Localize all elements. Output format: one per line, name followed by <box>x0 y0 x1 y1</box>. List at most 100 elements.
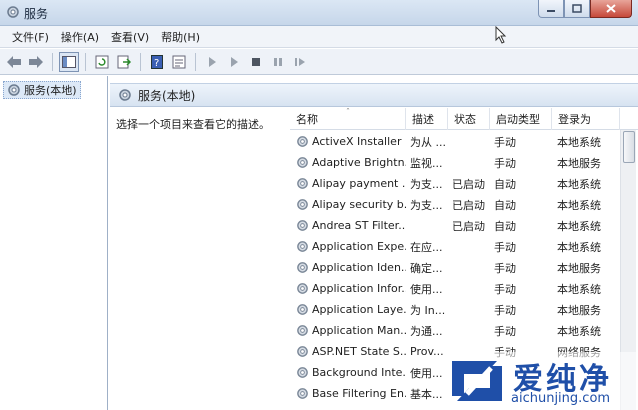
service-gear-icon <box>297 199 308 210</box>
toolbar-separator <box>85 52 86 71</box>
tree-item-label: 服务(本地) <box>24 84 77 97</box>
pause-service-button[interactable] <box>268 52 288 72</box>
cell-log-on-as: 本地服务 <box>557 303 601 317</box>
cell-name: Application Man... <box>296 320 406 341</box>
panel-title: 服务(本地) <box>138 88 196 103</box>
cell-startup-type: 手动 <box>494 240 516 254</box>
scroll-thumb[interactable] <box>623 131 635 163</box>
table-row[interactable]: Application Laye... 为 In... 手动 本地服务 <box>290 299 620 320</box>
table-row[interactable]: Alipay payment ... 为支... 已启动 自动 本地系统 <box>290 173 620 194</box>
service-name: Application Expe... <box>312 240 406 253</box>
column-header-name[interactable]: 名称 ˄ <box>290 108 406 130</box>
menu-file[interactable]: 文件(F) <box>6 29 55 45</box>
table-row[interactable]: Application Man... 为通... 手动 本地系统 <box>290 320 620 341</box>
show-hide-tree-button[interactable] <box>59 51 79 72</box>
menu-bar: 文件(F) 操作(A) 查看(V) 帮助(H) <box>0 26 638 48</box>
table-row[interactable]: Application Expe... 在应... 手动 本地系统 <box>290 236 620 257</box>
cell-status <box>452 152 490 173</box>
toolbar: ? <box>0 49 638 75</box>
resume-service-button[interactable] <box>290 52 310 72</box>
help-button[interactable]: ? <box>147 52 167 72</box>
cell-startup-type: 手动 <box>494 261 516 275</box>
help-icon: ? <box>151 54 163 69</box>
cell-description: 为支... <box>410 198 443 212</box>
minimize-button[interactable] <box>538 0 564 18</box>
service-gear-icon <box>297 388 308 399</box>
tree-item-services-local[interactable]: 服务(本地) <box>3 81 81 99</box>
brand-logo-icon <box>452 361 502 401</box>
window-controls <box>538 0 632 18</box>
minimize-icon <box>547 9 555 12</box>
service-name: Base Filtering En... <box>312 387 406 400</box>
cell-name: Application Iden... <box>296 257 406 278</box>
table-row[interactable]: Application Iden... 确定... 手动 本地服务 <box>290 257 620 278</box>
cell-description: 监视... <box>410 156 443 170</box>
cell-log-on-as: 本地服务 <box>557 261 601 275</box>
cell-name: ASP.NET State S... <box>296 341 406 362</box>
cell-startup-type: 手动 <box>494 135 516 149</box>
service-gear-icon <box>297 241 308 252</box>
close-button[interactable] <box>590 0 632 18</box>
column-header-startup-type[interactable]: 启动类型 <box>490 108 552 130</box>
export-list-button[interactable] <box>114 52 134 72</box>
column-header-log-on-as[interactable]: 登录为 <box>552 108 620 130</box>
cell-status: 已启动 <box>452 198 485 212</box>
list-header: 名称 ˄ 描述 状态 启动类型 登录为 <box>290 108 638 130</box>
cell-status <box>452 299 490 320</box>
maximize-icon <box>572 4 582 13</box>
menu-help[interactable]: 帮助(H) <box>155 29 206 45</box>
service-name: ASP.NET State S... <box>312 345 406 358</box>
cell-startup-type: 手动 <box>494 282 516 296</box>
table-row[interactable]: Adaptive Brightn... 监视... 手动 本地服务 <box>290 152 620 173</box>
description-prompt: 选择一个项目来查看它的描述。 <box>116 118 270 131</box>
show-hide-console-tree-icon <box>62 55 76 68</box>
toolbar-separator <box>52 52 53 71</box>
watermark-url: aichunjing.com <box>511 391 611 406</box>
properties-icon <box>172 55 186 68</box>
start-service-button[interactable] <box>202 52 222 72</box>
service-name: ActiveX Installer ... <box>312 135 406 148</box>
cell-description: 使用... <box>410 282 443 296</box>
service-name: Alipay payment ... <box>312 177 406 190</box>
cell-log-on-as: 本地服务 <box>557 156 601 170</box>
table-row[interactable]: ActiveX Installer ... 为从 ... 手动 本地系统 <box>290 131 620 152</box>
cell-log-on-as: 本地系统 <box>557 177 601 191</box>
column-header-status[interactable]: 状态 <box>448 108 490 130</box>
cell-name: ActiveX Installer ... <box>296 131 406 152</box>
service-name: Background Inte... <box>312 366 406 379</box>
column-header-label: 启动类型 <box>496 113 540 126</box>
column-header-description[interactable]: 描述 <box>406 108 448 130</box>
start-service-alt-button[interactable] <box>224 52 244 72</box>
menu-view[interactable]: 查看(V) <box>105 29 155 45</box>
cell-description: 确定... <box>410 261 443 275</box>
title-bar: 服务 <box>0 0 638 26</box>
cell-status: 已启动 <box>452 177 485 191</box>
cell-name: Background Inte... <box>296 362 406 383</box>
forward-button[interactable] <box>26 52 46 72</box>
service-gear-icon <box>297 283 308 294</box>
table-row[interactable]: Alipay security b... 为支... 已启动 自动 本地系统 <box>290 194 620 215</box>
properties-button[interactable] <box>169 52 189 72</box>
service-gear-icon <box>297 157 308 168</box>
refresh-button[interactable] <box>92 52 112 72</box>
export-list-icon <box>117 55 131 68</box>
cell-log-on-as: 本地系统 <box>557 282 601 296</box>
service-name: Andrea ST Filter... <box>312 219 406 232</box>
table-row[interactable]: Application Infor... 使用... 手动 本地系统 <box>290 278 620 299</box>
stop-service-button[interactable] <box>246 52 266 72</box>
service-name: Application Laye... <box>312 303 406 316</box>
service-gear-icon <box>297 136 308 147</box>
service-gear-icon <box>297 304 308 315</box>
stop-service-icon <box>252 57 260 66</box>
column-header-label: 名称 <box>296 113 318 126</box>
table-row[interactable]: Andrea ST Filter... 已启动 自动 本地系统 <box>290 215 620 236</box>
service-name: Application Man... <box>312 324 406 337</box>
cell-name: Alipay security b... <box>296 194 406 215</box>
description-pane: 选择一个项目来查看它的描述。 <box>110 108 288 410</box>
start-service-alt-icon <box>231 56 238 67</box>
cell-log-on-as: 本地系统 <box>557 198 601 212</box>
maximize-button[interactable] <box>564 0 590 18</box>
menu-action[interactable]: 操作(A) <box>55 29 105 45</box>
back-button[interactable] <box>4 52 24 72</box>
cell-description: 为从 ... <box>410 135 446 149</box>
